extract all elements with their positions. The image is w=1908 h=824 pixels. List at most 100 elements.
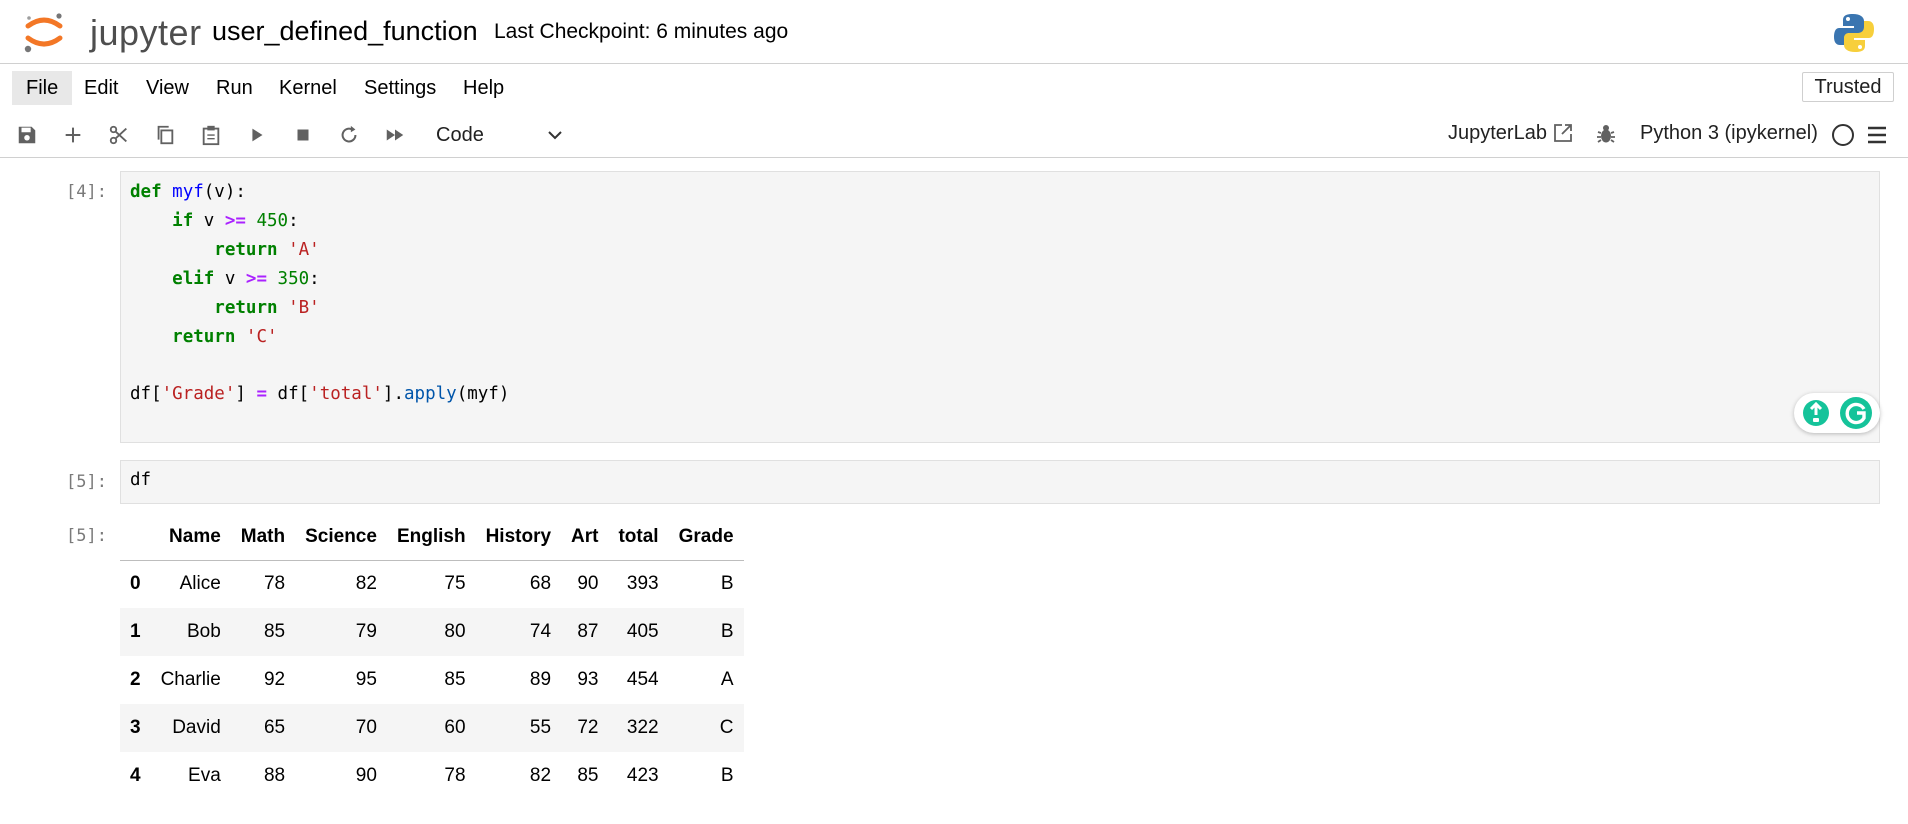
python-logo-icon bbox=[1834, 14, 1874, 52]
table-cell: David bbox=[172, 717, 221, 738]
code-line: def myf(v): bbox=[130, 182, 246, 202]
column-header: Grade bbox=[668, 514, 744, 561]
row-index: 0 bbox=[130, 573, 141, 595]
code-cell-editor[interactable]: df bbox=[120, 460, 1880, 504]
table-cell: 90 bbox=[355, 765, 377, 786]
row-index: 4 bbox=[130, 765, 141, 786]
code-cell-editor[interactable]: def myf(v): if v >= 450: return 'A' elif… bbox=[120, 171, 1880, 443]
paste-icon[interactable] bbox=[196, 120, 226, 150]
kernel-status-icon bbox=[1832, 124, 1854, 146]
table-cell: 82 bbox=[529, 765, 552, 786]
menu-kernel[interactable]: Kernel bbox=[265, 71, 351, 105]
trusted-indicator[interactable]: Trusted bbox=[1802, 72, 1894, 102]
table-row: 4 Eva 88 90 78 82 85 423 B bbox=[120, 752, 744, 800]
table-cell: Bob bbox=[186, 621, 221, 642]
table-cell: 82 bbox=[355, 573, 377, 595]
code-line: if v >= 450: bbox=[172, 211, 299, 231]
column-header: total bbox=[608, 514, 669, 561]
copy-icon[interactable] bbox=[150, 120, 180, 150]
code-line: elif v >= 350: bbox=[172, 269, 320, 289]
table-cell: 85 bbox=[263, 621, 286, 642]
table-cell: 423 bbox=[626, 765, 659, 786]
table-cell: A bbox=[720, 669, 734, 690]
menu-help[interactable]: Help bbox=[449, 71, 518, 105]
table-cell: 89 bbox=[529, 669, 552, 690]
dataframe-output-table: Name Math Science English History Art to… bbox=[120, 514, 744, 800]
row-index: 3 bbox=[130, 717, 141, 738]
jupyter-logo-icon bbox=[24, 13, 63, 53]
table-cell: 95 bbox=[355, 669, 377, 690]
last-checkpoint: Last Checkpoint: 6 minutes ago bbox=[494, 20, 789, 43]
column-header: Name bbox=[150, 514, 231, 561]
table-row: 0 Alice 78 82 75 68 90 393 B bbox=[120, 560, 744, 608]
fast-forward-icon[interactable] bbox=[380, 120, 410, 150]
table-cell: 70 bbox=[355, 717, 377, 738]
table-cell: Charlie bbox=[160, 669, 221, 690]
column-header: English bbox=[386, 514, 476, 561]
table-row: 2 Charlie 92 95 85 89 93 454 A bbox=[120, 656, 744, 704]
table-cell: B bbox=[720, 573, 734, 595]
save-icon[interactable] bbox=[12, 120, 42, 150]
column-header: Art bbox=[561, 514, 609, 561]
table-cell: 60 bbox=[444, 717, 466, 738]
code-line: return 'A' bbox=[214, 240, 320, 260]
restart-icon[interactable] bbox=[334, 120, 364, 150]
table-row: 1 Bob 85 79 80 74 87 405 B bbox=[120, 608, 744, 656]
table-cell: 405 bbox=[626, 621, 659, 642]
jupyter-logo[interactable]: jupyter bbox=[22, 10, 201, 54]
table-cell: 454 bbox=[626, 669, 659, 690]
menu-settings[interactable]: Settings bbox=[350, 71, 450, 105]
row-index: 2 bbox=[130, 669, 141, 690]
menu-edit[interactable]: Edit bbox=[70, 71, 132, 105]
hamburger-menu-icon[interactable] bbox=[1866, 124, 1888, 146]
table-cell: 65 bbox=[263, 717, 286, 738]
column-header bbox=[120, 514, 151, 561]
cell-prompt: [4]: bbox=[66, 182, 107, 202]
external-link-icon[interactable] bbox=[1552, 122, 1574, 144]
table-cell: 80 bbox=[444, 621, 466, 642]
output-prompt: [5]: bbox=[66, 526, 107, 546]
menu-file[interactable]: File bbox=[12, 71, 73, 105]
table-cell: 72 bbox=[577, 717, 599, 738]
menu-run[interactable]: Run bbox=[202, 71, 267, 105]
menu-view[interactable]: View bbox=[132, 71, 203, 105]
table-cell: 87 bbox=[577, 621, 599, 642]
table-cell: 55 bbox=[529, 717, 552, 738]
table-cell: 75 bbox=[444, 573, 466, 595]
notebook-toolbar: Code JupyterLab Python 3 (ipykernel) bbox=[0, 112, 1908, 158]
table-cell: 74 bbox=[529, 621, 552, 642]
jupyterlab-link[interactable]: JupyterLab bbox=[1448, 122, 1547, 145]
column-header: Science bbox=[295, 514, 387, 561]
code-line: df bbox=[130, 470, 152, 490]
kernel-name[interactable]: Python 3 (ipykernel) bbox=[1640, 122, 1818, 145]
table-cell: 393 bbox=[626, 573, 659, 595]
table-cell: 78 bbox=[263, 573, 286, 595]
jupyter-logo-text: jupyter bbox=[90, 12, 202, 53]
table-cell: Alice bbox=[179, 573, 221, 595]
table-cell: 68 bbox=[529, 573, 552, 595]
grammarly-widget[interactable] bbox=[1794, 393, 1880, 433]
row-index: 1 bbox=[130, 621, 141, 642]
column-header: Math bbox=[230, 514, 296, 561]
table-cell: C bbox=[719, 717, 734, 738]
chevron-down-icon[interactable] bbox=[546, 126, 564, 144]
notebook-title[interactable]: user_defined_function bbox=[212, 16, 478, 47]
add-cell-icon[interactable] bbox=[58, 120, 88, 150]
table-cell: 93 bbox=[577, 669, 599, 690]
code-line: return 'C' bbox=[172, 327, 278, 347]
stop-icon[interactable] bbox=[288, 120, 318, 150]
menu-bar: File Edit View Run Kernel Settings Help bbox=[0, 65, 1908, 110]
table-cell: 322 bbox=[626, 717, 659, 738]
cell-prompt: [5]: bbox=[66, 472, 107, 492]
run-icon[interactable] bbox=[242, 120, 272, 150]
table-cell: Eva bbox=[188, 765, 221, 786]
table-cell: B bbox=[720, 765, 734, 786]
grammarly-icon bbox=[1803, 397, 1872, 429]
table-cell: 90 bbox=[577, 573, 599, 595]
table-cell: B bbox=[720, 621, 734, 642]
debugger-bug-icon[interactable] bbox=[1595, 123, 1617, 145]
table-cell: 79 bbox=[355, 621, 377, 642]
table-cell: 88 bbox=[263, 765, 286, 786]
code-line: df['Grade'] = df['total'].apply(myf) bbox=[130, 384, 510, 404]
cut-icon[interactable] bbox=[104, 120, 134, 150]
